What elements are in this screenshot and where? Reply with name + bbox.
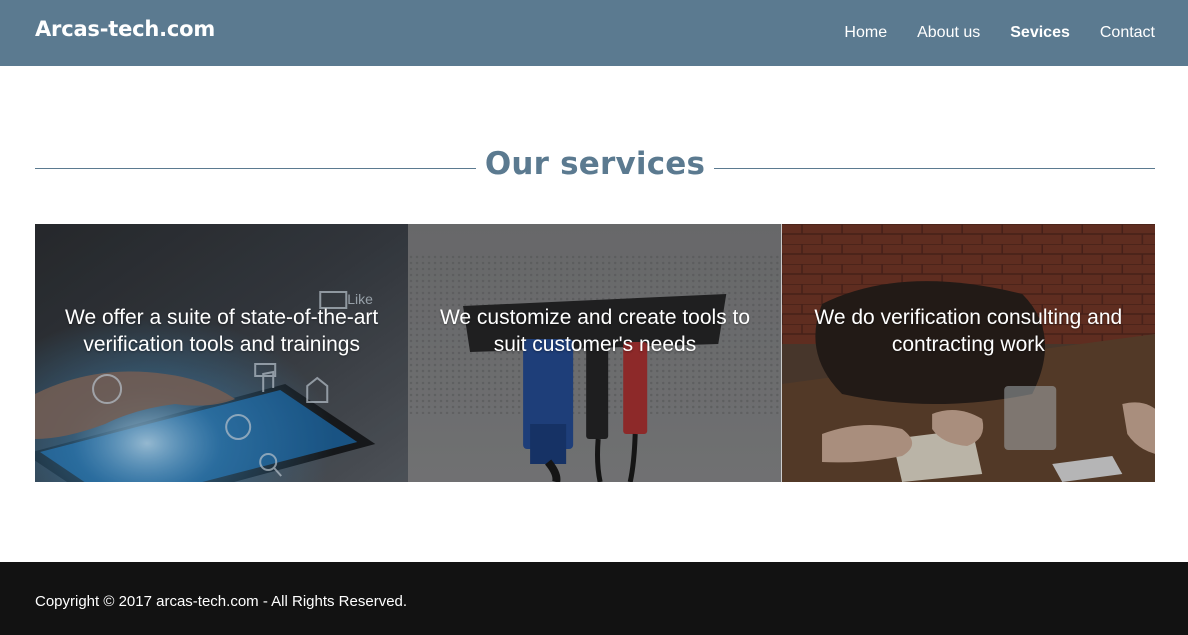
page-title: Our services bbox=[484, 146, 706, 182]
nav-item-services[interactable]: Sevices bbox=[1010, 24, 1070, 42]
site-header: Arcas-tech.com Home About us Sevices Con… bbox=[0, 0, 1188, 66]
copyright-text: Copyright © 2017 arcas-tech.com - All Ri… bbox=[35, 593, 408, 610]
service-card-consulting[interactable]: We do verification consulting and contra… bbox=[781, 224, 1155, 482]
service-caption: We offer a suite of state-of-the-art ver… bbox=[65, 306, 379, 356]
nav-item-about[interactable]: About us bbox=[917, 24, 980, 42]
service-caption: We customize and create tools to suit cu… bbox=[439, 306, 751, 356]
service-caption: We do verification consulting and contra… bbox=[814, 306, 1123, 356]
service-card-tools[interactable]: Like We offer a suite of state-of-the-ar… bbox=[35, 224, 409, 482]
services-grid: Like We offer a suite of state-of-the-ar… bbox=[35, 224, 1155, 482]
nav-item-contact[interactable]: Contact bbox=[1100, 24, 1155, 42]
heading-divider-right bbox=[714, 168, 1155, 169]
service-card-custom[interactable]: We customize and create tools to suit cu… bbox=[408, 224, 782, 482]
nav-item-home[interactable]: Home bbox=[844, 24, 887, 42]
main-nav: Home About us Sevices Contact bbox=[844, 24, 1155, 42]
brand-logo-link[interactable]: Arcas-tech.com bbox=[35, 17, 215, 41]
section-heading: Our services bbox=[35, 140, 1155, 196]
site-footer: Copyright © 2017 arcas-tech.com - All Ri… bbox=[0, 562, 1188, 635]
